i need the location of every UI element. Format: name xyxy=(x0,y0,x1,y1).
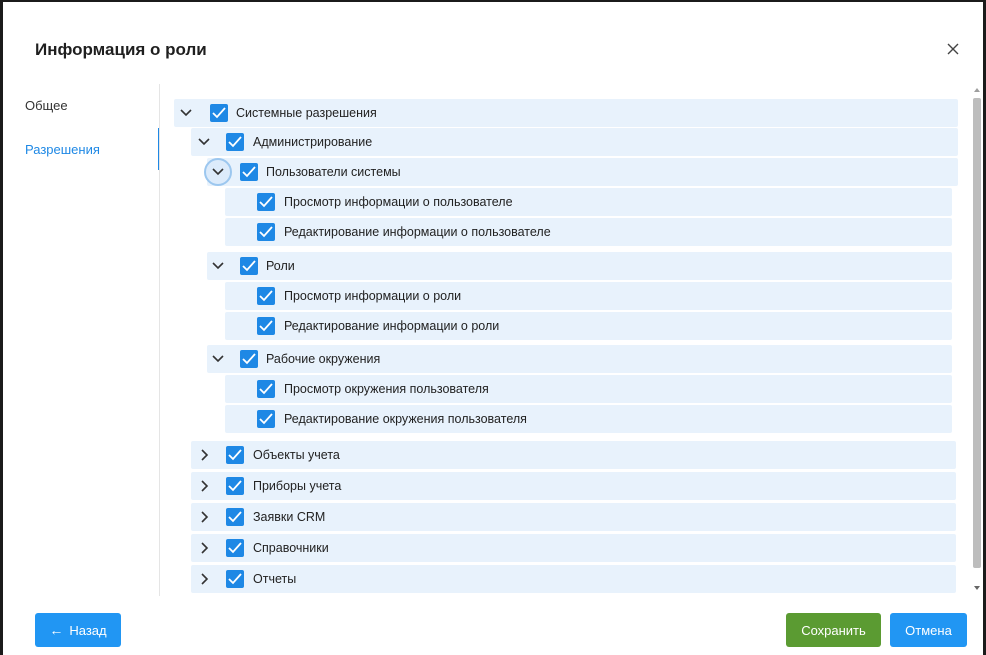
chevron-down-icon[interactable] xyxy=(210,164,226,180)
vertical-scrollbar[interactable] xyxy=(970,84,984,596)
window-frame-top xyxy=(0,0,986,2)
tree-label: Редактирование информации о роли xyxy=(284,319,500,333)
checkbox-administration[interactable] xyxy=(226,133,244,151)
tree-label: Объекты учета xyxy=(253,448,340,462)
checkbox-reports[interactable] xyxy=(226,570,244,588)
tree-node-accounting-objects: Объекты учета xyxy=(191,441,956,469)
checkbox-envs-view[interactable] xyxy=(257,380,275,398)
tree-node-envs-view: Просмотр окружения пользователя xyxy=(225,375,952,403)
chevron-right-icon[interactable] xyxy=(196,571,212,587)
checkbox-roles[interactable] xyxy=(240,257,258,275)
cancel-button[interactable]: Отмена xyxy=(890,613,967,647)
tree-node-references: Справочники xyxy=(191,534,956,562)
tree-node-users-edit: Редактирование информации о пользователе xyxy=(225,218,952,246)
back-button[interactable]: ← Назад xyxy=(35,613,121,647)
chevron-right-icon[interactable] xyxy=(196,478,212,494)
nav-item-permissions[interactable]: Разрешения xyxy=(25,142,100,157)
tree-label: Просмотр информации о пользователе xyxy=(284,195,513,209)
tree-label: Роли xyxy=(266,259,295,273)
tree-node-work-environments: Рабочие окружения xyxy=(207,345,952,373)
tree-label: Просмотр информации о роли xyxy=(284,289,462,303)
tree-label: Заявки CRM xyxy=(253,510,326,524)
tree-label: Справочники xyxy=(253,541,329,555)
tree-label: Редактирование информации о пользователе xyxy=(284,225,551,239)
tree-node-roles: Роли xyxy=(207,252,952,280)
chevron-right-icon[interactable] xyxy=(196,509,212,525)
side-nav: Общее Разрешения xyxy=(3,84,160,594)
scroll-down-arrow-icon[interactable] xyxy=(973,584,981,592)
tree-label: Редактирование окружения пользователя xyxy=(284,412,527,426)
checkbox-work-environments[interactable] xyxy=(240,350,258,368)
tree-node-reports: Отчеты xyxy=(191,565,956,593)
checkbox-envs-edit[interactable] xyxy=(257,410,275,428)
scroll-up-arrow-icon[interactable] xyxy=(973,86,981,94)
chevron-down-icon[interactable] xyxy=(196,134,212,150)
chevron-down-icon[interactable] xyxy=(178,105,194,121)
checkbox-users-edit[interactable] xyxy=(257,223,275,241)
dialog-title: Информация о роли xyxy=(35,40,207,59)
tree-label: Рабочие окружения xyxy=(266,352,381,366)
close-icon[interactable] xyxy=(944,40,962,58)
tree-node-roles-view: Просмотр информации о роли xyxy=(225,282,952,310)
tree-node-system-permissions: Системные разрешения xyxy=(174,99,958,127)
tree-node-administration: Администрирование xyxy=(191,128,958,156)
checkbox-system-permissions[interactable] xyxy=(210,104,228,122)
back-button-label: Назад xyxy=(69,622,107,638)
checkbox-system-users[interactable] xyxy=(240,163,258,181)
chevron-right-icon[interactable] xyxy=(196,447,212,463)
chevron-right-icon[interactable] xyxy=(196,540,212,556)
checkbox-users-view[interactable] xyxy=(257,193,275,211)
chevron-down-icon[interactable] xyxy=(210,258,226,274)
checkbox-accounting-objects[interactable] xyxy=(226,446,244,464)
save-button[interactable]: Сохранить xyxy=(786,613,881,647)
tree-label: Системные разрешения xyxy=(236,106,377,120)
tree-node-users-view: Просмотр информации о пользователе xyxy=(225,188,952,216)
tree-node-envs-edit: Редактирование окружения пользователя xyxy=(225,405,952,433)
checkbox-roles-edit[interactable] xyxy=(257,317,275,335)
nav-item-general[interactable]: Общее xyxy=(25,98,68,113)
tree-node-crm-requests: Заявки CRM xyxy=(191,503,956,531)
tree-label: Просмотр окружения пользователя xyxy=(284,382,489,396)
tree-label: Приборы учета xyxy=(253,479,342,493)
checkbox-roles-view[interactable] xyxy=(257,287,275,305)
checkbox-references[interactable] xyxy=(226,539,244,557)
checkbox-crm-requests[interactable] xyxy=(226,508,244,526)
tree-node-system-users: Пользователи системы xyxy=(204,158,958,186)
permissions-tree: Системные разрешения Администрирование П… xyxy=(174,96,958,596)
nav-divider xyxy=(159,84,160,596)
tree-label: Пользователи системы xyxy=(266,165,401,179)
checkbox-metering-devices[interactable] xyxy=(226,477,244,495)
tree-label: Администрирование xyxy=(253,135,373,149)
arrow-left-icon: ← xyxy=(49,622,64,638)
scroll-thumb[interactable] xyxy=(973,98,981,568)
tree-node-roles-edit: Редактирование информации о роли xyxy=(225,312,952,340)
chevron-down-icon[interactable] xyxy=(210,351,226,367)
tree-label: Отчеты xyxy=(253,572,297,586)
tree-node-metering-devices: Приборы учета xyxy=(191,472,956,500)
